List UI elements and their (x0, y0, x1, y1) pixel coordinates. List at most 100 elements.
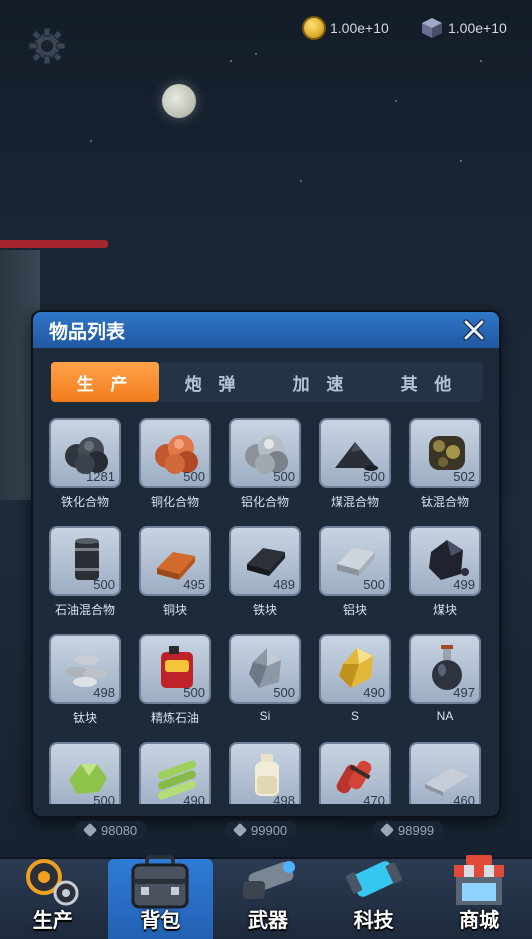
item-name: 铝化合物 (240, 495, 289, 509)
item-count: 499 (453, 577, 475, 592)
item-cell[interactable]: 502 钛混合物 (409, 418, 481, 509)
panel-header: 物品列表 (33, 312, 499, 348)
item-cell[interactable]: 489 铁块 (229, 526, 301, 617)
item-count: 497 (453, 685, 475, 700)
item-cell[interactable]: 470 (319, 742, 391, 804)
item-name: 煤混合物 (330, 495, 379, 509)
item-name: 铝块 (342, 603, 367, 617)
panel-title: 物品列表 (49, 321, 126, 343)
item-slot: 500 (229, 418, 301, 488)
nav-weapons[interactable]: 武器 (215, 859, 321, 939)
item-cell[interactable]: 500 石油混合物 (49, 526, 121, 617)
moon (162, 84, 196, 118)
item-cell[interactable]: 500 铝块 (319, 526, 391, 617)
coin-icon (302, 16, 326, 40)
item-cell[interactable]: 490 (139, 742, 211, 804)
coin-amount: 1.00e+10 (330, 20, 389, 36)
bottom-nav: 生产 背包 武器 科技 商城 (0, 855, 532, 939)
nav-production[interactable]: 生产 (0, 859, 106, 939)
score-row: 98080 99900 98999 (0, 821, 532, 839)
item-count: 495 (183, 577, 205, 592)
item-slot: 500 (229, 634, 301, 704)
item-grid-scroll[interactable]: 1281 铁化合物 500 铜化合物 500 铝化合物 500 煤混合物 502… (49, 418, 489, 804)
nav-shop[interactable]: 商城 (426, 855, 532, 939)
item-cell[interactable]: 490 S (319, 634, 391, 723)
pencil-icon (232, 822, 248, 838)
item-cell[interactable]: 1281 铁化合物 (49, 418, 121, 509)
item-name: 精炼石油 (150, 711, 199, 725)
item-slot: 489 (229, 526, 301, 596)
coin-counter: 1.00e+10 (302, 14, 389, 42)
item-name: 铜块 (162, 603, 187, 617)
item-cell[interactable]: 500 铝化合物 (229, 418, 301, 509)
item-count: 500 (363, 577, 385, 592)
pencil-icon (82, 822, 98, 838)
star (395, 100, 397, 102)
tab-speedup[interactable]: 加 速 (267, 362, 375, 402)
item-count: 1281 (86, 469, 115, 484)
item-name: NA (436, 709, 454, 723)
item-count: 490 (363, 685, 385, 700)
tab-production[interactable]: 生 产 (51, 362, 159, 402)
item-count: 500 (273, 685, 295, 700)
item-cell[interactable]: 500 精炼石油 (139, 634, 211, 725)
item-cell[interactable]: 500 煤混合物 (319, 418, 391, 509)
item-slot: 490 (139, 742, 211, 804)
item-slot: 470 (319, 742, 391, 804)
item-cell[interactable]: 499 煤块 (409, 526, 481, 617)
item-count: 460 (453, 793, 475, 804)
item-count: 489 (273, 577, 295, 592)
nav-label: 商城 (459, 910, 500, 932)
item-count: 500 (273, 469, 295, 484)
item-count: 500 (363, 469, 385, 484)
star (480, 60, 482, 62)
nav-backpack[interactable]: 背包 (107, 855, 214, 939)
item-count: 500 (93, 577, 115, 592)
item-name: 铁块 (252, 603, 277, 617)
item-slot: 500 (139, 634, 211, 704)
category-tabs: 生 产 炮 弹 加 速 其 他 (51, 362, 483, 402)
item-count: 500 (183, 469, 205, 484)
tab-other[interactable]: 其 他 (375, 362, 483, 402)
item-slot: 497 (409, 634, 481, 704)
nav-label: 生产 (32, 910, 73, 932)
nav-tech[interactable]: 科技 (321, 859, 427, 939)
item-slot: 460 (409, 742, 481, 804)
star (300, 180, 302, 182)
score-value: 98999 (398, 822, 435, 838)
item-cell[interactable]: 500 铜化合物 (139, 418, 211, 509)
item-cell[interactable]: 500 Si (229, 634, 301, 723)
item-slot: 500 (319, 418, 391, 488)
enemy-health-bar (0, 240, 108, 248)
pencil-icon (379, 822, 395, 838)
item-cell[interactable]: 498 (229, 742, 301, 804)
item-name: Si (259, 709, 271, 723)
item-count: 490 (183, 793, 205, 804)
settings-gear-icon[interactable] (27, 26, 67, 66)
score-value: 99900 (251, 822, 288, 838)
item-cell[interactable]: 495 铜块 (139, 526, 211, 617)
nav-label: 武器 (247, 910, 288, 932)
gem-amount: 1.00e+10 (448, 20, 507, 36)
item-cell[interactable]: 497 NA (409, 634, 481, 723)
star (90, 140, 92, 142)
item-slot: 490 (319, 634, 391, 704)
item-slot: 500 (49, 742, 121, 804)
item-name: S (350, 709, 359, 723)
item-cell[interactable]: 460 (409, 742, 481, 804)
item-slot: 495 (139, 526, 211, 596)
item-cell[interactable]: 500 (49, 742, 121, 804)
gem-counter: 1.00e+10 (420, 14, 507, 42)
tab-shells[interactable]: 炮 弹 (159, 362, 267, 402)
item-slot: 500 (49, 526, 121, 596)
close-icon[interactable] (461, 317, 487, 343)
score-pill: 98999 (372, 821, 445, 839)
item-name: 铁化合物 (60, 495, 109, 509)
star (255, 53, 257, 55)
item-cell[interactable]: 498 钛块 (49, 634, 121, 725)
item-count: 500 (93, 793, 115, 804)
item-name: 煤块 (432, 603, 457, 617)
item-count: 500 (183, 685, 205, 700)
item-slot: 498 (49, 634, 121, 704)
item-slot: 502 (409, 418, 481, 488)
